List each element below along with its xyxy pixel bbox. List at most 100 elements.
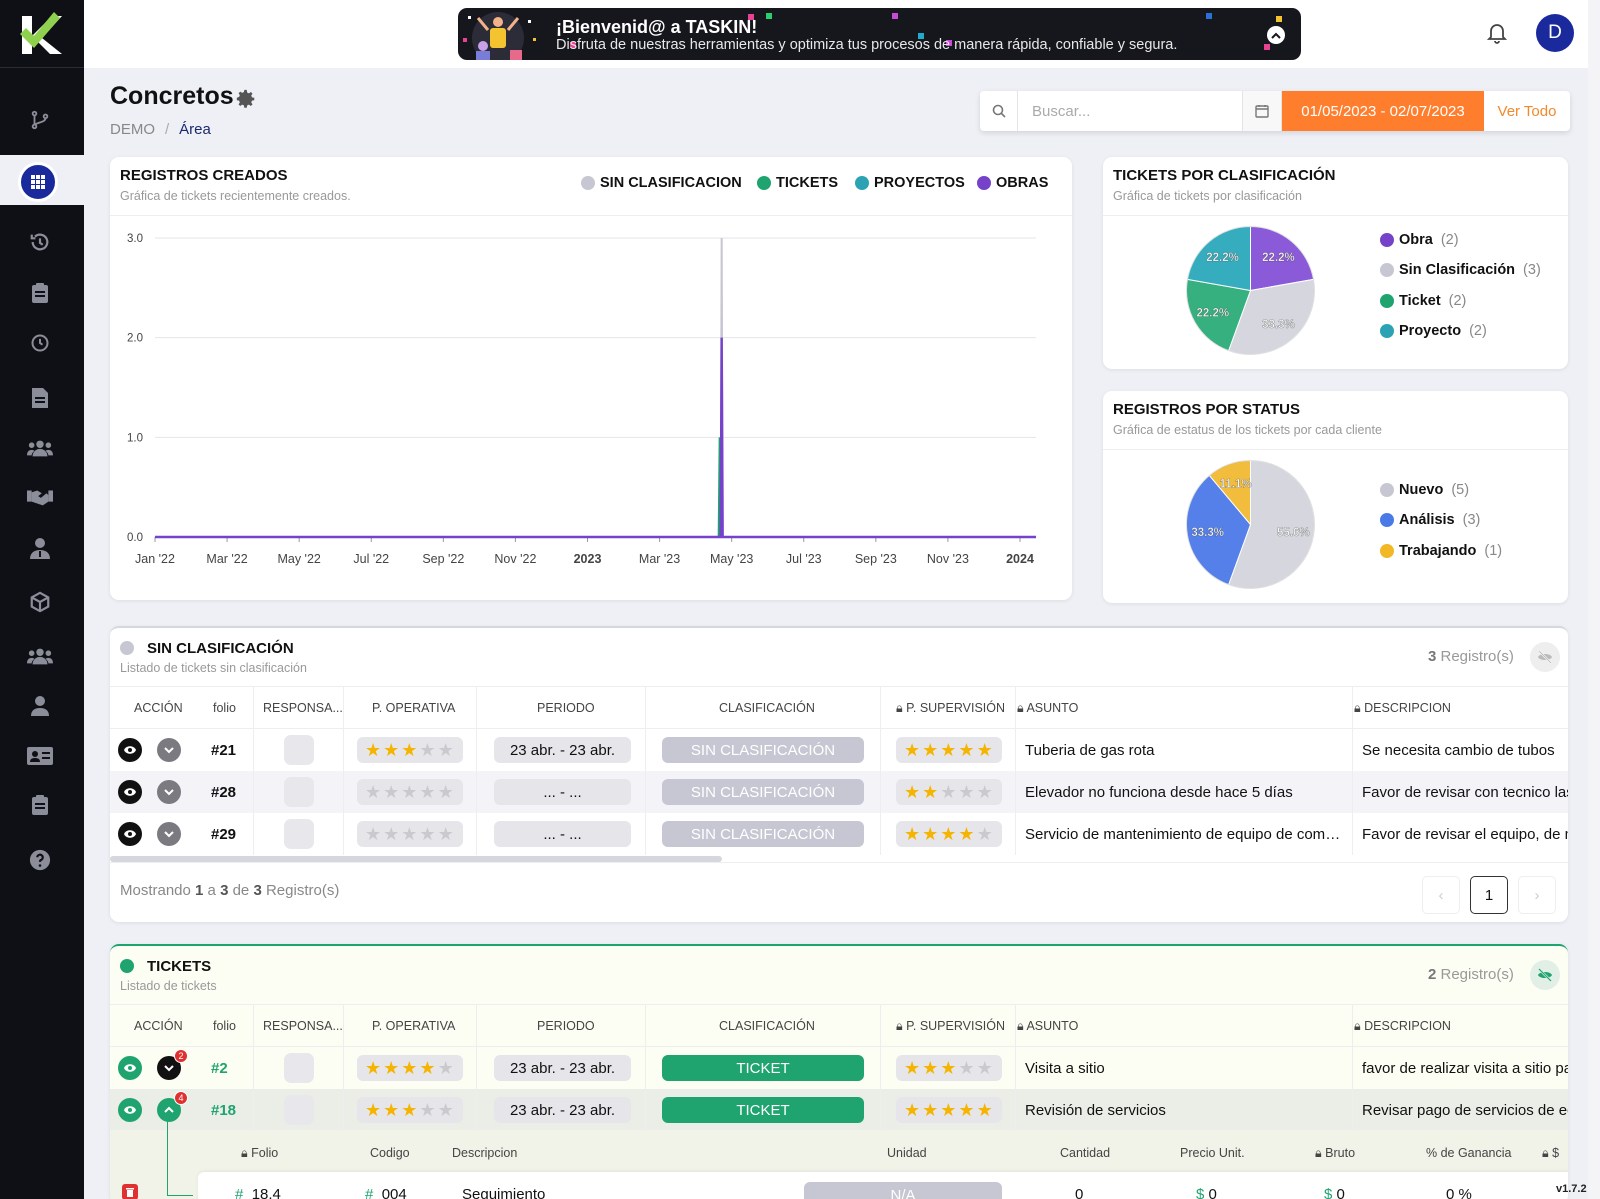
registros-creados-line-chart[interactable]: 0.0 1.0 2.0 3.0 Jan '22 Mar '22 May '22 Jul '22… bbox=[110, 215, 1072, 600]
p-operativa-rating[interactable]: ★ ★ ★ ★ ★ bbox=[357, 737, 463, 763]
p-operativa-rating[interactable]: ★ ★ ★ ★ ★ bbox=[357, 779, 463, 805]
history-icon[interactable] bbox=[27, 229, 53, 255]
legend-sin-clasificacion[interactable]: Sin Clasificación (3) bbox=[1380, 262, 1541, 278]
responsible-avatar[interactable] bbox=[284, 819, 314, 849]
p-supervision-rating[interactable]: ★ ★ ★ ★ ★ bbox=[896, 737, 1002, 763]
clipboard-list-icon[interactable] bbox=[27, 792, 53, 818]
banner-collapse-button[interactable] bbox=[1267, 26, 1285, 44]
clasificacion-badge[interactable]: TICKET bbox=[662, 1097, 864, 1123]
breadcrumb-root[interactable]: DEMO bbox=[110, 121, 155, 138]
periodo[interactable]: 23 abr. - 23 abr. bbox=[494, 1097, 631, 1123]
clasificacion-badge[interactable]: SIN CLASIFICACIÓN bbox=[662, 821, 864, 847]
date-range-button[interactable]: 01/05/2023 - 02/07/2023 bbox=[1282, 91, 1484, 131]
sub-unidad[interactable]: N/A bbox=[804, 1182, 1002, 1199]
flow-icon[interactable] bbox=[27, 107, 53, 133]
folio[interactable]: #29 bbox=[211, 826, 236, 843]
periodo[interactable]: ... - ... bbox=[494, 779, 631, 805]
hide-section-button[interactable] bbox=[1530, 642, 1560, 672]
handshake-icon[interactable] bbox=[27, 484, 53, 510]
clock-icon[interactable] bbox=[27, 330, 53, 356]
expand-row-button[interactable] bbox=[157, 780, 181, 804]
col-accion[interactable]: ACCIÓN bbox=[134, 1019, 183, 1033]
col-p-operativa[interactable]: P. OPERATIVA bbox=[372, 701, 455, 715]
p-operativa-rating[interactable]: ★ ★ ★ ★ ★ bbox=[357, 821, 463, 847]
folio[interactable]: #21 bbox=[211, 742, 236, 759]
user-icon[interactable] bbox=[27, 693, 53, 719]
help-icon[interactable] bbox=[27, 847, 53, 873]
sub-col-ganancia[interactable]: % de Ganancia bbox=[1426, 1146, 1511, 1160]
sub-col-dollar[interactable]: 🔒︎ $ bbox=[1542, 1146, 1559, 1161]
breadcrumb-current[interactable]: Área bbox=[179, 121, 211, 138]
col-clasificacion[interactable]: CLASIFICACIÓN bbox=[719, 1019, 815, 1033]
legend-obras[interactable]: OBRAS bbox=[977, 175, 1048, 191]
employee-icon[interactable] bbox=[27, 535, 53, 561]
clasificacion-badge[interactable]: TICKET bbox=[662, 1055, 864, 1081]
col-p-operativa[interactable]: P. OPERATIVA bbox=[372, 1019, 455, 1033]
sub-col-unidad[interactable]: Unidad bbox=[887, 1146, 927, 1160]
team-icon[interactable] bbox=[27, 643, 53, 669]
p-operativa-rating[interactable]: ★ ★ ★ ★ ★ bbox=[357, 1097, 463, 1123]
p-operativa-rating[interactable]: ★ ★ ★ ★ ★ bbox=[357, 1055, 463, 1081]
periodo[interactable]: ... - ... bbox=[494, 821, 631, 847]
col-periodo[interactable]: PERIODO bbox=[537, 701, 595, 715]
sub-col-precio[interactable]: Precio Unit. bbox=[1180, 1146, 1245, 1160]
legend-nuevo[interactable]: Nuevo (5) bbox=[1380, 482, 1469, 498]
periodo[interactable]: 23 abr. - 23 abr. bbox=[494, 737, 631, 763]
users-group-icon[interactable] bbox=[27, 435, 53, 461]
view-eye-button[interactable] bbox=[118, 738, 142, 762]
id-card-icon[interactable] bbox=[27, 743, 53, 769]
col-asunto[interactable]: 🔒︎ ASUNTO bbox=[1017, 1019, 1078, 1034]
clipboard-icon[interactable] bbox=[27, 280, 53, 306]
expand-row-button[interactable] bbox=[157, 822, 181, 846]
responsible-avatar[interactable] bbox=[284, 777, 314, 807]
taskin-logo[interactable] bbox=[20, 10, 64, 58]
responsible-avatar[interactable] bbox=[284, 1053, 314, 1083]
p-supervision-rating[interactable]: ★ ★ ★ ★ ★ bbox=[896, 821, 1002, 847]
legend-analisis[interactable]: Análisis (3) bbox=[1380, 512, 1480, 528]
expand-row-button[interactable] bbox=[157, 738, 181, 762]
sub-col-folio[interactable]: 🔒︎ Folio bbox=[241, 1146, 278, 1161]
dashboard-grid-icon[interactable] bbox=[18, 162, 58, 202]
col-accion[interactable]: ACCIÓN bbox=[134, 701, 183, 715]
calendar-icon[interactable] bbox=[1242, 91, 1282, 131]
clasificacion-badge[interactable]: SIN CLASIFICACIÓN bbox=[662, 737, 864, 763]
responsible-avatar[interactable] bbox=[284, 1095, 314, 1125]
responsible-avatar[interactable] bbox=[284, 735, 314, 765]
sub-col-cantidad[interactable]: Cantidad bbox=[1060, 1146, 1110, 1160]
p-supervision-rating[interactable]: ★ ★ ★ ★ ★ bbox=[896, 779, 1002, 805]
hide-section-button[interactable] bbox=[1530, 960, 1560, 990]
status-pie-chart[interactable]: 55.6% 33.3% 11.1% bbox=[1183, 457, 1318, 592]
view-eye-button[interactable] bbox=[118, 822, 142, 846]
p-supervision-rating[interactable]: ★ ★ ★ ★ ★ bbox=[896, 1055, 1002, 1081]
legend-obra[interactable]: Obra (2) bbox=[1380, 232, 1459, 248]
sub-col-descripcion[interactable]: Descripcion bbox=[452, 1146, 517, 1160]
col-folio[interactable]: folio bbox=[213, 701, 236, 715]
col-folio[interactable]: folio bbox=[213, 1019, 236, 1033]
view-eye-button[interactable] bbox=[118, 1056, 142, 1080]
clasificacion-badge[interactable]: SIN CLASIFICACIÓN bbox=[662, 779, 864, 805]
settings-gear-icon[interactable] bbox=[235, 88, 257, 113]
page-1-button[interactable]: 1 bbox=[1470, 876, 1508, 914]
view-eye-button[interactable] bbox=[118, 780, 142, 804]
legend-proyectos[interactable]: PROYECTOS bbox=[855, 175, 965, 191]
col-p-supervision[interactable]: 🔒︎ P. SUPERVISIÓN bbox=[896, 701, 1005, 716]
box-icon[interactable] bbox=[27, 589, 53, 615]
folio[interactable]: #28 bbox=[211, 784, 236, 801]
sub-col-bruto[interactable]: 🔒︎ Bruto bbox=[1315, 1146, 1355, 1161]
folio[interactable]: #2 bbox=[211, 1060, 228, 1077]
user-avatar[interactable]: D bbox=[1536, 14, 1574, 52]
col-descripcion[interactable]: 🔒︎ DESCRIPCION bbox=[1354, 701, 1451, 716]
legend-tickets[interactable]: TICKETS bbox=[757, 175, 838, 191]
legend-trabajando[interactable]: Trabajando (1) bbox=[1380, 543, 1502, 559]
document-icon[interactable] bbox=[27, 385, 53, 411]
view-all-button[interactable]: Ver Todo bbox=[1484, 91, 1570, 131]
view-eye-button[interactable] bbox=[118, 1098, 142, 1122]
col-descripcion[interactable]: 🔒︎ DESCRIPCION bbox=[1354, 1019, 1451, 1034]
notifications-bell-icon[interactable] bbox=[1486, 22, 1508, 47]
col-responsable[interactable]: RESPONSA... bbox=[263, 1019, 343, 1033]
next-page-button[interactable]: › bbox=[1518, 876, 1556, 914]
col-responsable[interactable]: RESPONSA... bbox=[263, 701, 343, 715]
sub-col-codigo[interactable]: Codigo bbox=[370, 1146, 410, 1160]
search-input[interactable] bbox=[1018, 91, 1242, 131]
p-supervision-rating[interactable]: ★ ★ ★ ★ ★ bbox=[896, 1097, 1002, 1123]
